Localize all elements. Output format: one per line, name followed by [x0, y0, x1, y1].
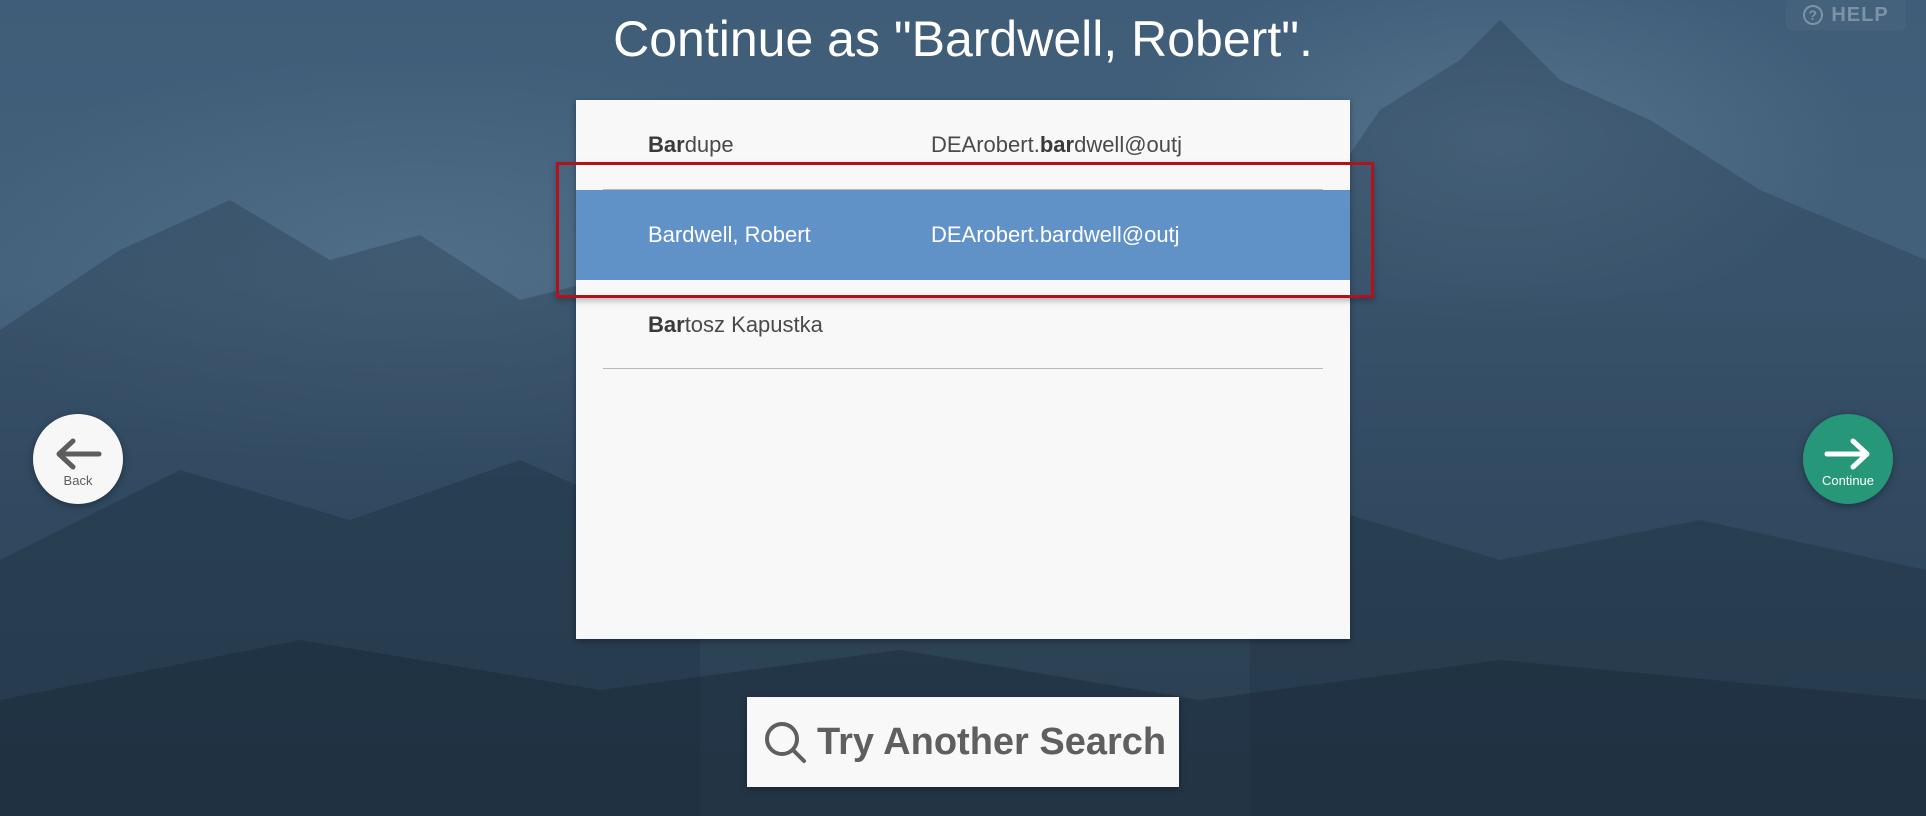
try-another-search-button[interactable]: Try Another Search	[747, 697, 1179, 787]
result-name: Bardwell, Robert	[648, 222, 811, 247]
divider	[603, 368, 1323, 369]
arrow-right-icon	[1824, 438, 1870, 469]
list-item-selected[interactable]: Bardwell, Robert DEArobert.bardwell@outj	[576, 190, 1350, 280]
page-title: Continue as "Bardwell, Robert".	[613, 11, 1313, 67]
result-name: Bardupe	[648, 132, 734, 157]
result-email: DEArobert.bardwell@outj	[931, 132, 1183, 157]
back-button[interactable]: Back	[33, 414, 123, 504]
result-email: DEArobert.bardwell@outj	[931, 222, 1180, 247]
back-label: Back	[63, 472, 93, 488]
continue-button[interactable]: Continue	[1803, 414, 1893, 504]
results-list: Bardupe DEArobert.bardwell@outj Bardwell…	[576, 100, 1350, 639]
list-item[interactable]: Bardupe DEArobert.bardwell@outj	[576, 100, 1350, 190]
list-item[interactable]: Bartosz Kapustka	[576, 280, 1350, 370]
arrow-left-icon	[56, 438, 102, 469]
search-icon	[763, 720, 807, 764]
search-button-label: Try Another Search	[817, 720, 1167, 763]
continue-label: Continue	[1821, 472, 1875, 488]
result-name: Bartosz Kapustka	[648, 312, 823, 337]
